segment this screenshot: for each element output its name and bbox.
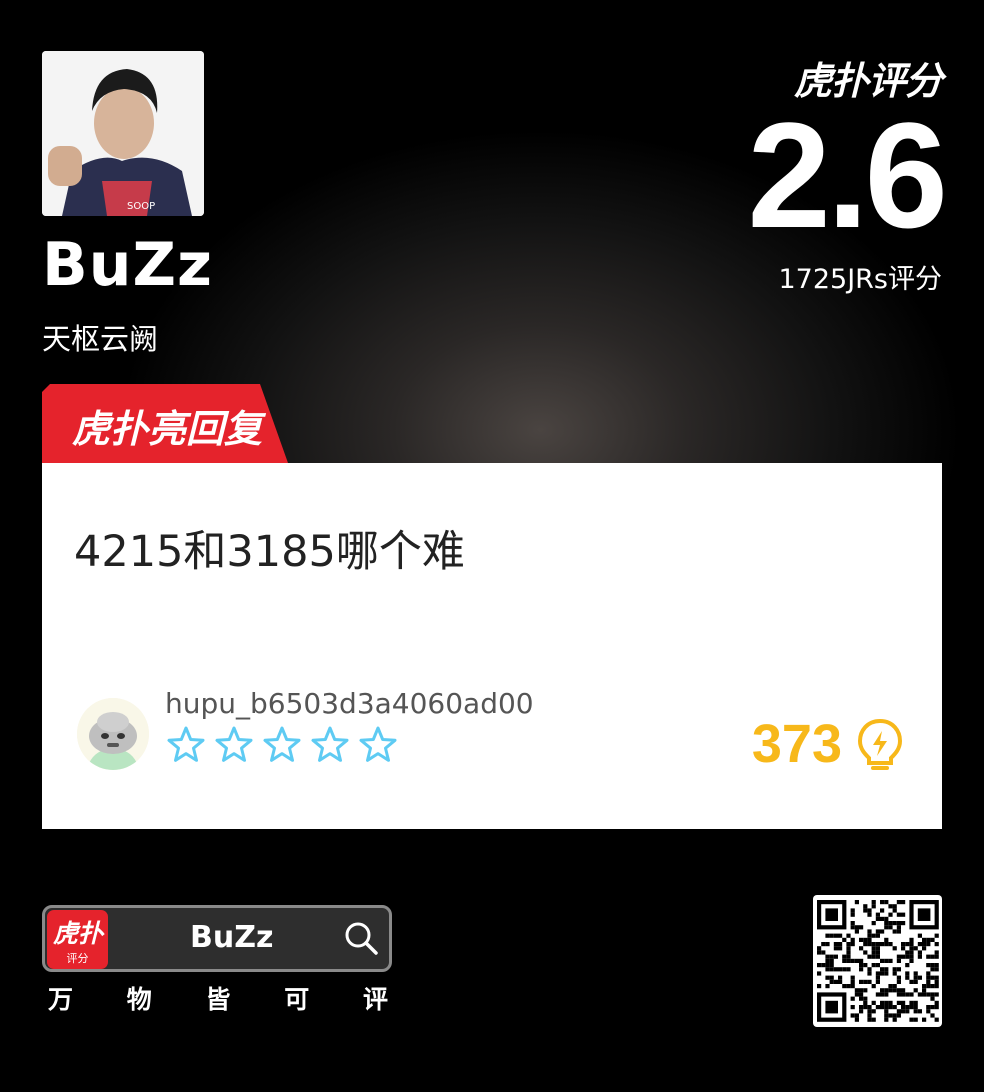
slogan-char: 可 xyxy=(284,985,310,1014)
like-count: 373 xyxy=(751,714,842,774)
qr-code[interactable] xyxy=(813,895,942,1027)
svg-text:SOOP: SOOP xyxy=(127,201,155,212)
star-icon xyxy=(359,726,397,762)
player-photo: SOOP xyxy=(42,51,204,216)
banner-title: 虎扑亮回复 xyxy=(72,407,263,451)
slogan-char: 皆 xyxy=(205,985,231,1014)
star-rating xyxy=(166,725,398,765)
slogan-char: 物 xyxy=(126,985,152,1014)
comment-text: 4215和3185哪个难 xyxy=(74,527,465,577)
highlight-card[interactable]: 4215和3185哪个难 hupu_b6503d3a4060ad00 373 xyxy=(42,463,942,829)
app-icon-top-text: 虎扑 xyxy=(53,919,104,948)
star-icon xyxy=(311,726,349,762)
search-query: BuZz xyxy=(190,920,274,955)
player-name: BuZz xyxy=(42,230,213,300)
app-icon-bottom-text: 评分 xyxy=(66,952,89,965)
hupu-app-icon: 虎扑 评分 xyxy=(47,910,108,969)
avatar[interactable] xyxy=(77,698,149,770)
slogan-char: 评 xyxy=(362,985,388,1014)
username[interactable]: hupu_b6503d3a4060ad00 xyxy=(165,687,534,720)
team-name: 天枢云阙 xyxy=(42,322,159,356)
rating-score: 2.6 xyxy=(747,91,948,259)
highlight-banner: 虎扑亮回复 xyxy=(42,384,288,463)
lightbulb-icon[interactable] xyxy=(854,717,906,775)
slogan-char: 万 xyxy=(48,985,74,1014)
star-icon xyxy=(215,726,253,762)
star-icon xyxy=(167,726,205,762)
star-icon xyxy=(263,726,301,762)
slogan: 万 物 皆 可 评 xyxy=(48,980,388,1016)
search-bar[interactable]: 虎扑 评分 BuZz xyxy=(42,905,392,972)
rating-count: 1725JRs评分 xyxy=(778,264,942,295)
search-icon[interactable] xyxy=(343,920,379,956)
